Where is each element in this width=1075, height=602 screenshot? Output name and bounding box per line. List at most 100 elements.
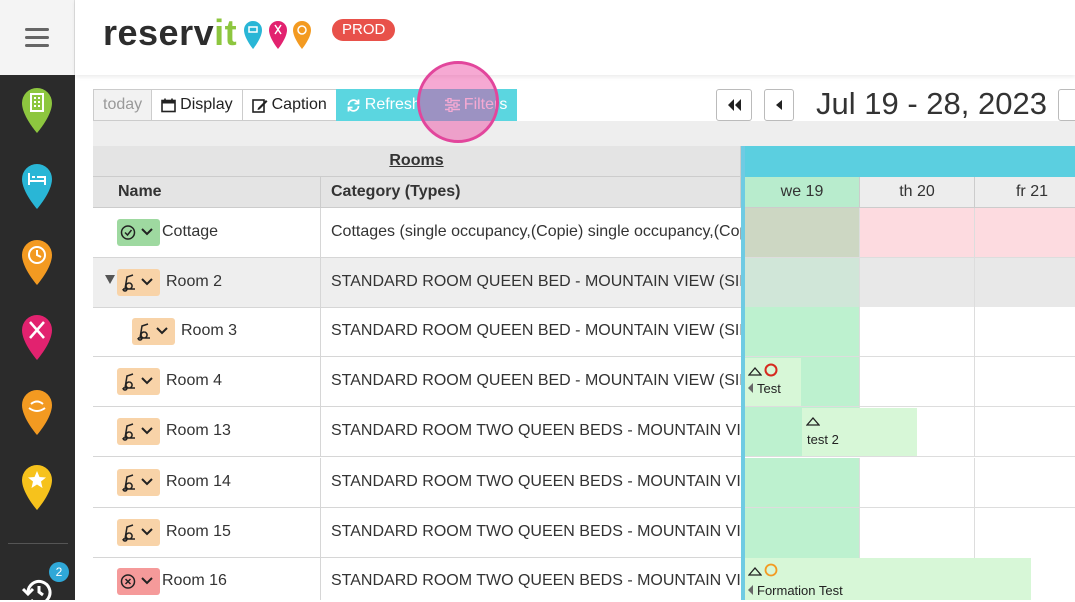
vacuum-icon: [122, 423, 153, 441]
room-name: Room 3: [181, 322, 238, 339]
notification-badge: 2: [49, 562, 69, 582]
status-dropdown[interactable]: [117, 269, 160, 296]
room-row[interactable]: Room 14 STANDARD ROOM TWO QUEEN BEDS - M…: [93, 458, 741, 508]
caption-button[interactable]: Caption: [241, 89, 337, 121]
hanger-icon: [748, 367, 762, 376]
room-category: STANDARD ROOM TWO QUEEN BEDS - MOUNTAIN …: [331, 523, 741, 540]
logo-text-accent: it: [214, 12, 238, 53]
status-dropdown[interactable]: [117, 469, 160, 496]
expand-toggle-icon[interactable]: [105, 275, 115, 284]
calendar-cell[interactable]: [975, 258, 1075, 308]
display-button[interactable]: Display: [151, 89, 243, 121]
status-dropdown[interactable]: [117, 568, 160, 595]
vacuum-icon: [122, 274, 153, 292]
calendar-cell[interactable]: [745, 208, 860, 258]
day-header[interactable]: th 20: [860, 177, 975, 208]
today-button[interactable]: today: [93, 89, 153, 121]
vacuum-icon: [122, 373, 153, 391]
room-name: Room 13: [166, 422, 231, 439]
previous-period-button[interactable]: [764, 89, 794, 121]
room-row[interactable]: Room 2 STANDARD ROOM QUEEN BED - MOUNTAI…: [93, 258, 741, 308]
room-name-cell: Room 13: [93, 407, 321, 457]
vacuum-icon: [122, 524, 153, 542]
calendar-cell[interactable]: [860, 208, 975, 258]
calendar-cell[interactable]: [975, 508, 1075, 558]
display-label: Display: [180, 96, 233, 113]
status-dropdown[interactable]: [132, 318, 175, 345]
calendar-cell[interactable]: [975, 407, 1075, 457]
restaurant-icon[interactable]: [20, 313, 54, 361]
star-icon[interactable]: [20, 463, 54, 511]
room-name: Room 4: [166, 372, 223, 389]
calendar-cell[interactable]: [745, 258, 860, 308]
vacuum-icon: [122, 474, 153, 492]
history-icon[interactable]: [22, 578, 54, 602]
calendar-cell[interactable]: [745, 307, 860, 357]
planning-grid: Rooms Name Category (Types) we 19 th 20 …: [93, 146, 1075, 600]
calendar-cell[interactable]: [975, 307, 1075, 357]
room-row[interactable]: Room 15 STANDARD ROOM TWO QUEEN BEDS - M…: [93, 508, 741, 558]
calendar-cell[interactable]: [975, 357, 1075, 407]
app-logo[interactable]: reservit: [103, 12, 237, 54]
room-category: STANDARD ROOM TWO QUEEN BEDS - MOUNTAIN …: [331, 422, 741, 439]
menu-icon-bar: [25, 28, 49, 31]
first-period-button[interactable]: [716, 89, 752, 121]
bed-icon[interactable]: [20, 162, 54, 210]
room-category: STANDARD ROOM QUEEN BED - MOUNTAIN VIEW …: [331, 372, 741, 389]
calendar-cell[interactable]: [860, 458, 975, 508]
room-category: Cottages (single occupancy,(Copie) singl…: [331, 223, 741, 240]
status-dropdown[interactable]: [117, 519, 160, 546]
booking-block[interactable]: test 2: [802, 408, 917, 456]
room-category: STANDARD ROOM QUEEN BED - MOUNTAIN VIEW …: [331, 322, 741, 339]
booking-label: test 2: [807, 432, 839, 447]
booking-block[interactable]: Test: [745, 358, 801, 406]
room-row[interactable]: Cottage Cottages (single occupancy,(Copi…: [93, 208, 741, 258]
booking-block[interactable]: Formation Test: [745, 558, 1031, 600]
status-dropdown[interactable]: [117, 219, 160, 246]
double-left-icon: [728, 99, 741, 111]
status-circle-icon: [764, 563, 778, 577]
calendar-cell[interactable]: [860, 508, 975, 558]
hanger-icon: [806, 417, 820, 426]
calendar-cell[interactable]: [860, 357, 975, 407]
room-row[interactable]: Room 4 STANDARD ROOM QUEEN BED - MOUNTAI…: [93, 357, 741, 407]
calendar-cell[interactable]: [860, 258, 975, 308]
room-name-cell: Room 15: [93, 508, 321, 558]
room-name: Room 14: [166, 473, 231, 490]
room-row[interactable]: Room 16 STANDARD ROOM TWO QUEEN BEDS - M…: [93, 557, 741, 600]
room-name: Cottage: [162, 223, 219, 240]
menu-button[interactable]: [0, 0, 75, 75]
rooms-header[interactable]: Rooms: [93, 146, 741, 177]
room-category: STANDARD ROOM TWO QUEEN BEDS - MOUNTAIN …: [331, 473, 741, 490]
caret-left-icon: [776, 100, 782, 110]
click-highlight: [417, 61, 499, 143]
calendar-icon: [161, 98, 176, 112]
building-icon[interactable]: [20, 86, 54, 134]
column-header-name[interactable]: Name: [93, 177, 321, 208]
room-name-cell: Room 14: [93, 458, 321, 508]
status-dropdown[interactable]: [117, 368, 160, 395]
room-row[interactable]: Room 3 STANDARD ROOM QUEEN BED - MOUNTAI…: [93, 307, 741, 357]
room-row[interactable]: Room 13 STANDARD ROOM TWO QUEEN BEDS - M…: [93, 407, 741, 457]
sidebar-divider: [8, 543, 68, 544]
day-header[interactable]: we 19: [745, 177, 860, 208]
calendar-cell[interactable]: [745, 458, 860, 508]
room-name-cell: Room 4: [93, 357, 321, 407]
next-period-button[interactable]: [1058, 89, 1075, 121]
calendar-cell[interactable]: [975, 458, 1075, 508]
pane-divider[interactable]: [741, 146, 745, 600]
day-header[interactable]: fr 21: [975, 177, 1075, 208]
spa-icon[interactable]: [20, 388, 54, 436]
calendar-cell[interactable]: [975, 208, 1075, 258]
edit-icon: [251, 98, 268, 113]
column-header-category[interactable]: Category (Types): [321, 177, 741, 208]
calendar-cell[interactable]: [745, 508, 860, 558]
today-label: today: [103, 96, 143, 113]
logo-text-main: reserv: [103, 12, 215, 53]
clock-icon[interactable]: [20, 238, 54, 286]
arrow-left-icon: [748, 383, 753, 393]
app-header: reservit PROD: [75, 0, 1075, 75]
status-circle-icon: [764, 363, 778, 377]
status-dropdown[interactable]: [117, 418, 160, 445]
calendar-cell[interactable]: [860, 307, 975, 357]
